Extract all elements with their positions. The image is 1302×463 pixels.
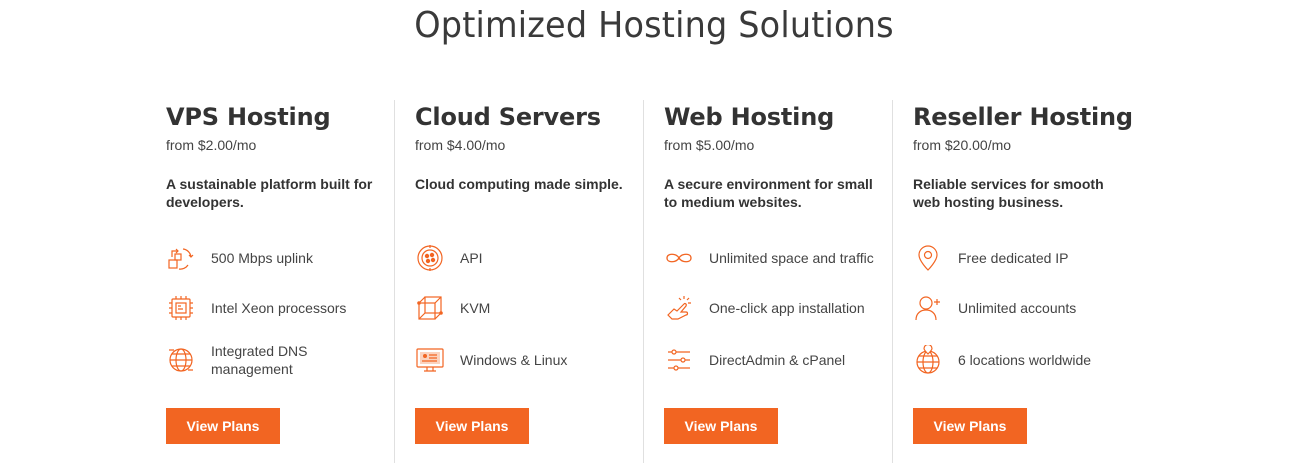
- feature-label: KVM: [460, 300, 491, 316]
- view-plans-button[interactable]: View Plans: [913, 408, 1027, 444]
- globe-pin-icon: [913, 345, 943, 375]
- arrows-sync-icon: [166, 243, 196, 273]
- card-title: Reseller Hosting: [913, 103, 1133, 131]
- card-description: A sustainable platform built for develop…: [166, 176, 373, 210]
- view-plans-button[interactable]: View Plans: [166, 408, 280, 444]
- feature-label: 6 locations worldwide: [958, 352, 1092, 368]
- feature-label: Windows & Linux: [460, 352, 568, 368]
- monitor-icon: [415, 345, 445, 375]
- card-description: Cloud computing made simple.: [415, 176, 623, 192]
- feature-item: Windows & Linux: [415, 340, 640, 380]
- sliders-icon: [664, 345, 694, 375]
- plan-cards: VPS Hosting from $2.00/mo A sustainable …: [146, 100, 1142, 463]
- card-title: Cloud Servers: [415, 103, 601, 131]
- card-cloud-servers: Cloud Servers from $4.00/mo Cloud comput…: [395, 100, 644, 463]
- cube-kvm-icon: [415, 293, 445, 323]
- card-price: from $5.00/mo: [664, 137, 755, 153]
- feature-item: Unlimited space and traffic: [664, 240, 889, 276]
- feature-label: Intel Xeon processors: [211, 300, 347, 316]
- feature-label: Unlimited accounts: [958, 300, 1077, 316]
- card-title: Web Hosting: [664, 103, 835, 131]
- add-user-icon: [913, 293, 943, 323]
- feature-label: Free dedicated IP: [958, 250, 1069, 266]
- view-plans-button[interactable]: View Plans: [415, 408, 529, 444]
- feature-label: Integrated DNS management: [211, 343, 308, 377]
- card-vps-hosting: VPS Hosting from $2.00/mo A sustainable …: [146, 100, 395, 463]
- feature-item: API: [415, 240, 640, 276]
- feature-label: DirectAdmin & cPanel: [709, 352, 846, 368]
- view-plans-button[interactable]: View Plans: [664, 408, 778, 444]
- feature-label: One-click app installation: [709, 300, 865, 316]
- page-title: Optimized Hosting Solutions: [414, 5, 894, 46]
- location-pin-icon: [913, 243, 943, 273]
- tap-click-icon: [664, 293, 694, 323]
- feature-item: KVM: [415, 290, 640, 326]
- infinity-icon: [664, 243, 694, 273]
- feature-item: 500 Mbps uplink: [166, 240, 391, 276]
- globe-dns-icon: [166, 345, 196, 375]
- feature-item: One-click app installation: [664, 290, 889, 326]
- feature-item: DirectAdmin & cPanel: [664, 340, 889, 380]
- feature-label: 500 Mbps uplink: [211, 250, 313, 266]
- card-price: from $4.00/mo: [415, 137, 506, 153]
- feature-item: Intel Xeon processors: [166, 290, 391, 326]
- card-price: from $20.00/mo: [913, 137, 1012, 153]
- card-title: VPS Hosting: [166, 103, 331, 131]
- feature-item: Integrated DNS management: [166, 340, 391, 380]
- card-description: Reliable services for smooth web hosting…: [913, 176, 1104, 210]
- card-reseller-hosting: Reseller Hosting from $20.00/mo Reliable…: [893, 100, 1142, 463]
- hosting-solutions-section: Optimized Hosting Solutions VPS Hosting …: [0, 0, 1302, 463]
- api-circle-icon: [415, 243, 445, 273]
- feature-label: Unlimited space and traffic: [709, 250, 874, 266]
- feature-item: Free dedicated IP: [913, 240, 1138, 276]
- feature-label: API: [460, 250, 483, 266]
- feature-item: Unlimited accounts: [913, 290, 1138, 326]
- cpu-chip-icon: [166, 293, 196, 323]
- feature-item: 6 locations worldwide: [913, 340, 1138, 380]
- card-description: A secure environment for small to medium…: [664, 176, 873, 210]
- card-web-hosting: Web Hosting from $5.00/mo A secure envir…: [644, 100, 893, 463]
- card-price: from $2.00/mo: [166, 137, 257, 153]
